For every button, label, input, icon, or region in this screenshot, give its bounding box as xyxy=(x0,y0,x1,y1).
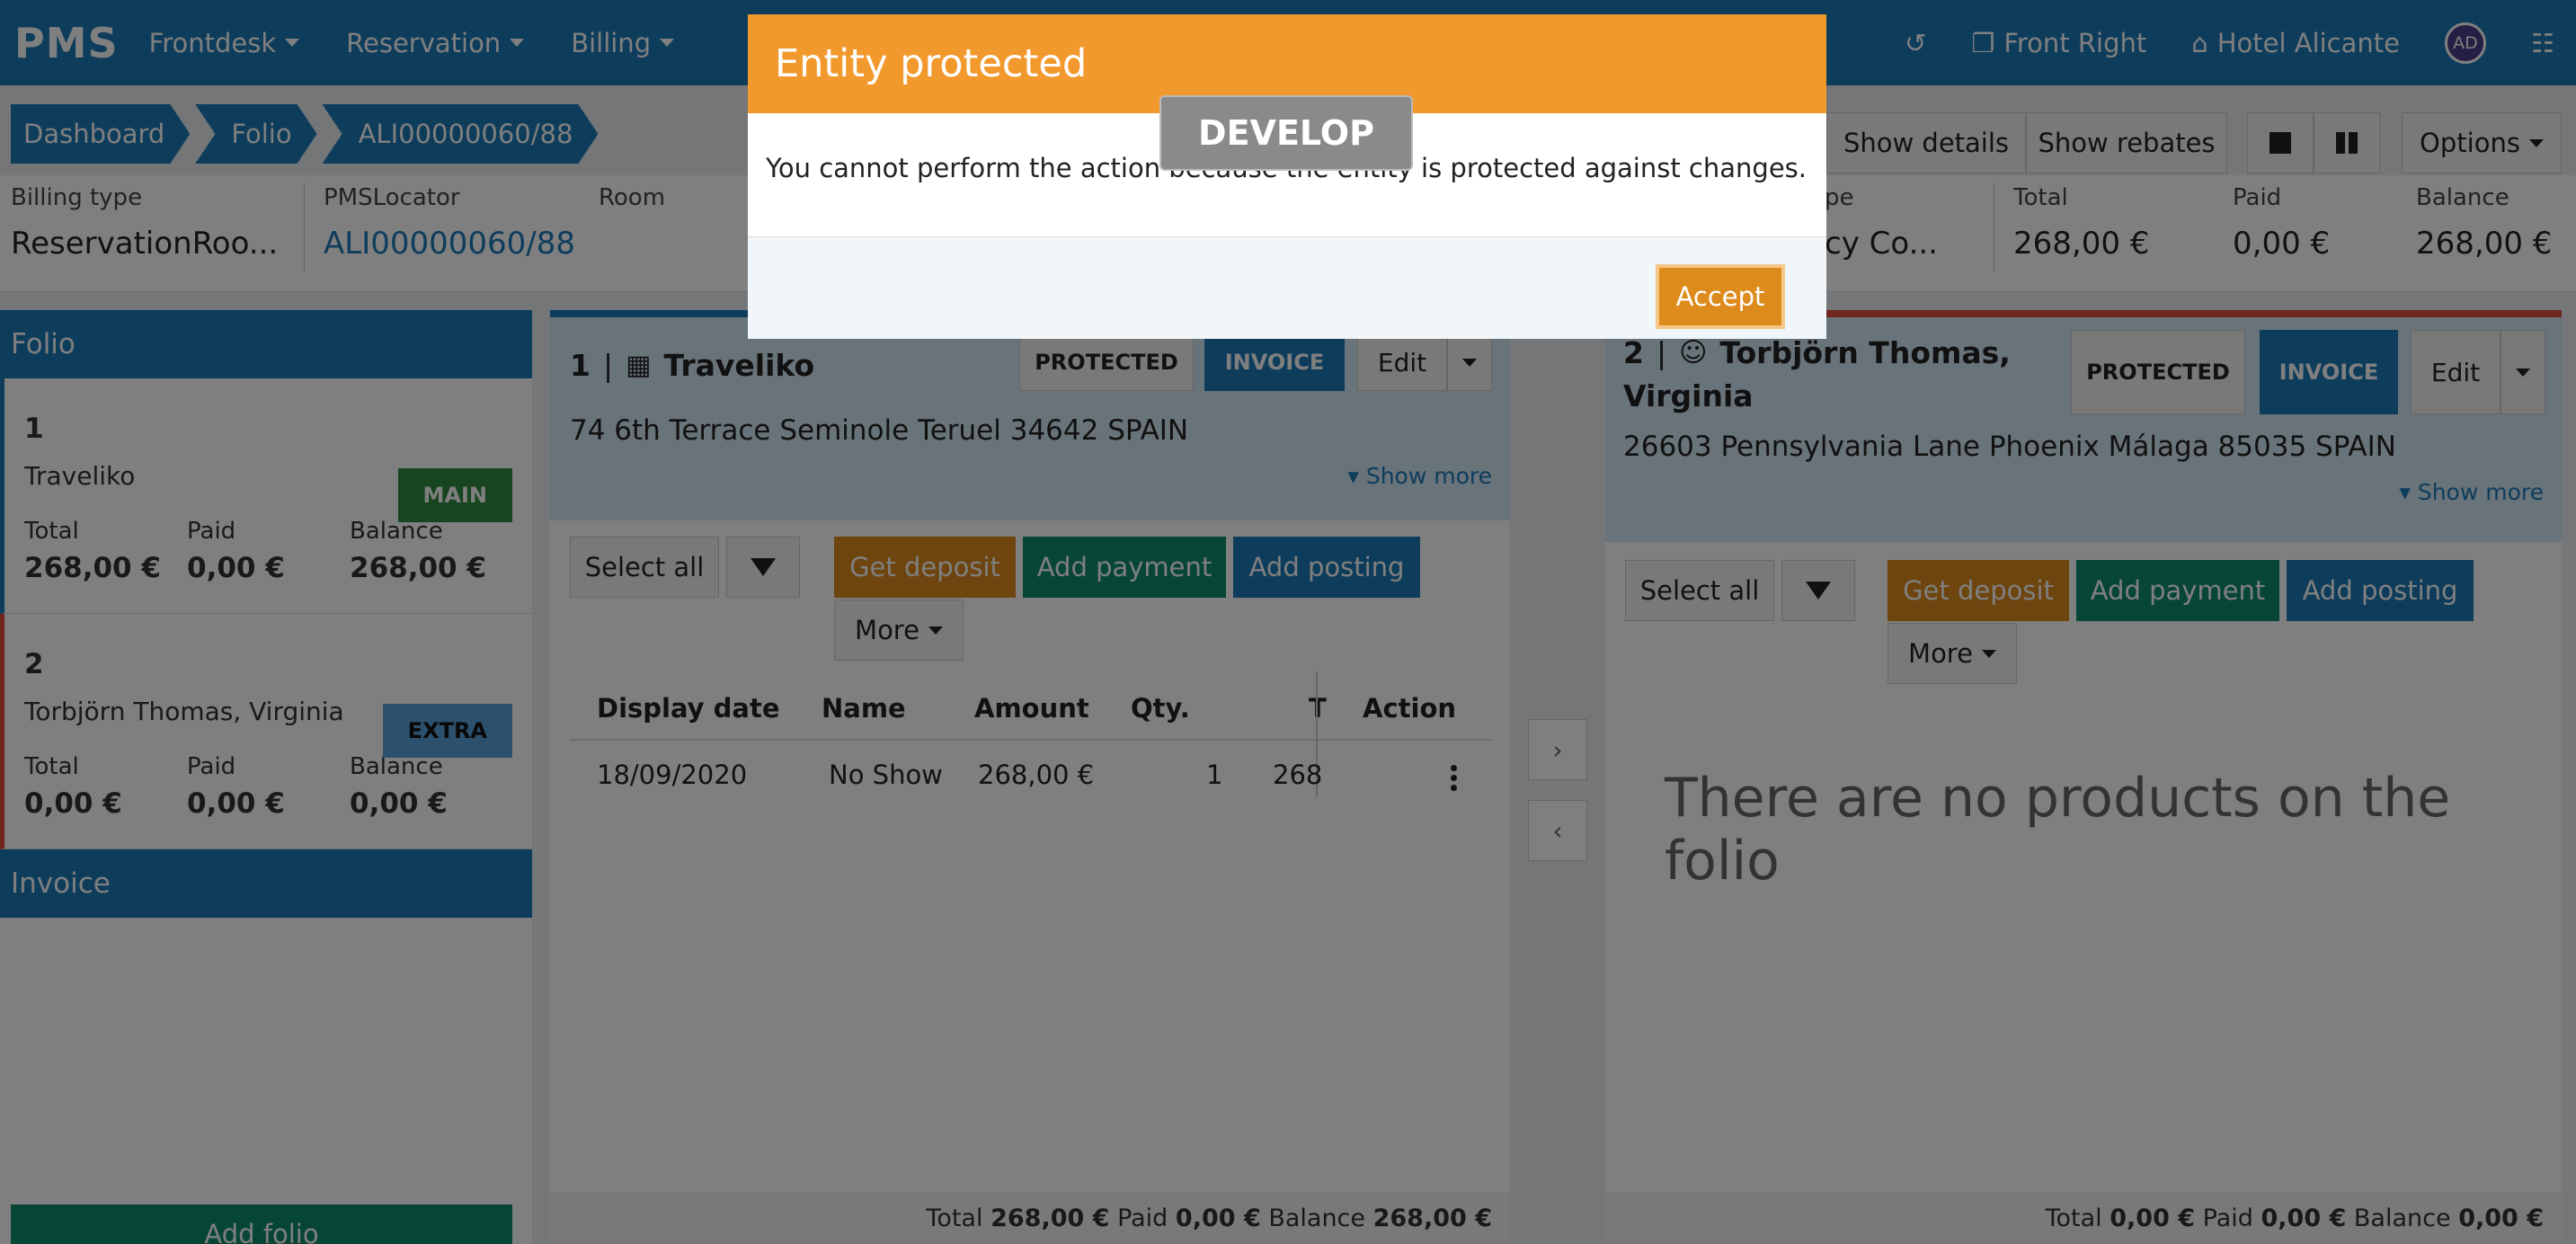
dialog-footer: Accept xyxy=(748,237,1826,339)
entity-protected-dialog: Entity protected You cannot perform the … xyxy=(748,14,1826,339)
environment-badge: DEVELOP xyxy=(1159,95,1413,171)
accept-button[interactable]: Accept xyxy=(1656,264,1785,329)
